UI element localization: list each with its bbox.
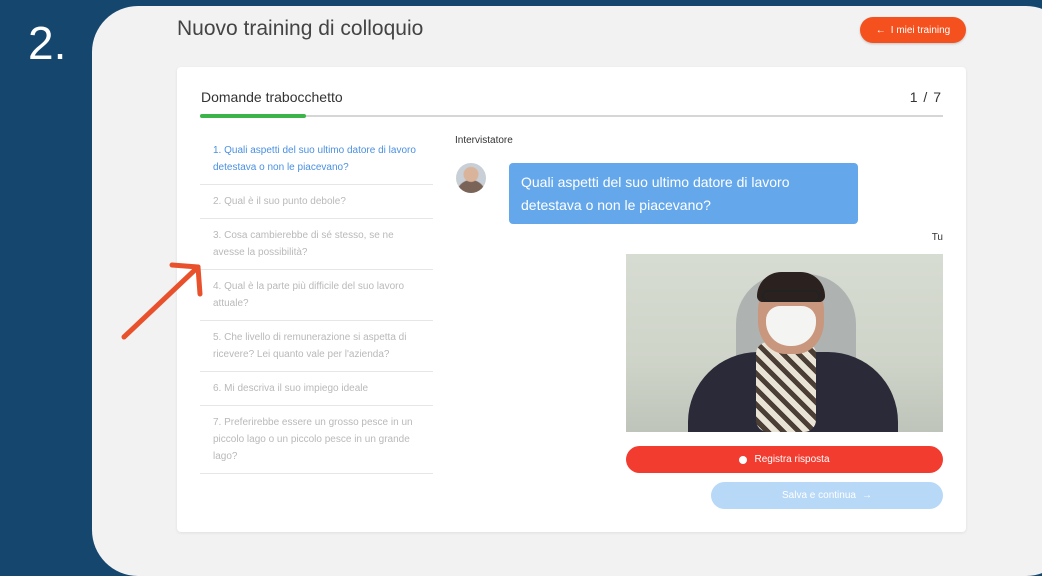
annotation-arrow <box>121 262 203 340</box>
annotation-arrow-icon <box>121 262 203 340</box>
